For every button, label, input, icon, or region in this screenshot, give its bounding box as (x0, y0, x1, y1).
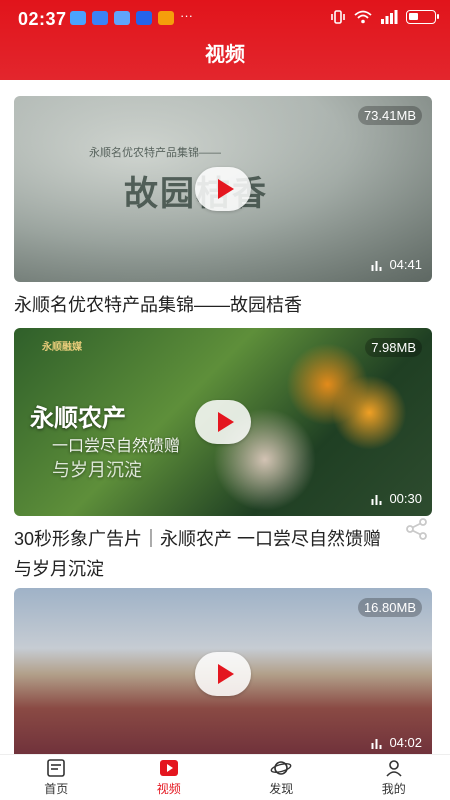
video-card[interactable]: 永顺融媒 永顺农产 一口尝尽自然馈赠 与岁月沉淀 7.98MB 00:30 30… (14, 328, 432, 584)
bars-icon (371, 494, 382, 505)
signal-icon (381, 10, 398, 24)
battery-icon (406, 10, 439, 24)
bars-icon (371, 738, 382, 749)
system-icons (330, 10, 439, 24)
notification-icons: ··· (70, 8, 194, 25)
notification-app-icon (92, 11, 108, 25)
video-overlay-subtitle: 永顺名优农特产品集锦—— (89, 147, 221, 159)
video-duration: 04:41 (371, 257, 422, 272)
nav-label: 我的 (381, 782, 406, 796)
file-size-badge: 73.41MB (357, 106, 422, 125)
media-logo: 永顺融媒 (42, 342, 82, 353)
bottom-nav: 首页 视频 发现 我的 (0, 754, 450, 800)
video-duration: 04:02 (371, 735, 422, 750)
video-card[interactable]: 16.80MB 04:02 (14, 588, 432, 756)
duration-text: 04:41 (389, 257, 422, 272)
status-time: 02:37 (18, 9, 67, 29)
bars-icon (371, 260, 382, 271)
vibrate-icon (331, 10, 345, 24)
planet-icon (270, 761, 292, 775)
file-size-badge: 7.98MB (365, 338, 422, 357)
notification-app-icon (158, 11, 174, 25)
play-icon[interactable] (195, 400, 251, 444)
play-icon[interactable] (195, 167, 251, 211)
notification-app-icon (70, 11, 86, 25)
video-overlay-line1: 一口尝尽自然馈赠 (52, 438, 181, 455)
video-overlay-line2: 与岁月沉淀 (52, 460, 142, 480)
video-list[interactable]: 永顺名优农特产品集锦—— 故园桔香 73.41MB 04:41 永顺名优农特产品… (0, 80, 450, 756)
user-icon (386, 760, 402, 777)
notification-app-icon (136, 11, 152, 25)
video-caption[interactable]: 永顺名优农特产品集锦——故园桔香 (14, 290, 432, 320)
more-notifications-icon: ··· (180, 8, 193, 23)
status-bar: 02:37 ··· (0, 0, 450, 36)
video-duration: 00:30 (371, 491, 422, 506)
video-caption[interactable]: 30秒形象广告片｜永顺农产 一口尝尽自然馈赠与岁月沉淀 (14, 524, 432, 584)
wifi-icon (354, 10, 372, 24)
video-overlay-title: 永顺农产 (30, 403, 126, 432)
home-doc-icon (47, 759, 66, 777)
nav-discover[interactable]: 发现 (236, 758, 326, 797)
nav-video[interactable]: 视频 (124, 758, 214, 797)
video-thumbnail[interactable]: 16.80MB 04:02 (14, 588, 432, 756)
nav-home[interactable]: 首页 (11, 758, 101, 797)
nav-label: 发现 (269, 782, 294, 796)
page-title: 视频 (205, 44, 245, 66)
nav-label: 首页 (44, 782, 69, 796)
app-header: 02:37 ··· 视频 (0, 0, 450, 80)
nav-profile[interactable]: 我的 (349, 758, 439, 797)
notification-app-icon (114, 11, 130, 25)
file-size-badge: 16.80MB (357, 598, 422, 617)
video-thumbnail[interactable]: 永顺名优农特产品集锦—— 故园桔香 73.41MB 04:41 (14, 96, 432, 282)
duration-text: 00:30 (389, 491, 422, 506)
duration-text: 04:02 (389, 735, 422, 750)
nav-label: 视频 (156, 782, 181, 796)
video-card[interactable]: 永顺名优农特产品集锦—— 故园桔香 73.41MB 04:41 永顺名优农特产品… (14, 96, 432, 320)
share-icon[interactable] (404, 516, 430, 542)
video-play-icon (159, 760, 178, 776)
play-icon[interactable] (195, 652, 251, 696)
video-thumbnail[interactable]: 永顺融媒 永顺农产 一口尝尽自然馈赠 与岁月沉淀 7.98MB 00:30 (14, 328, 432, 516)
